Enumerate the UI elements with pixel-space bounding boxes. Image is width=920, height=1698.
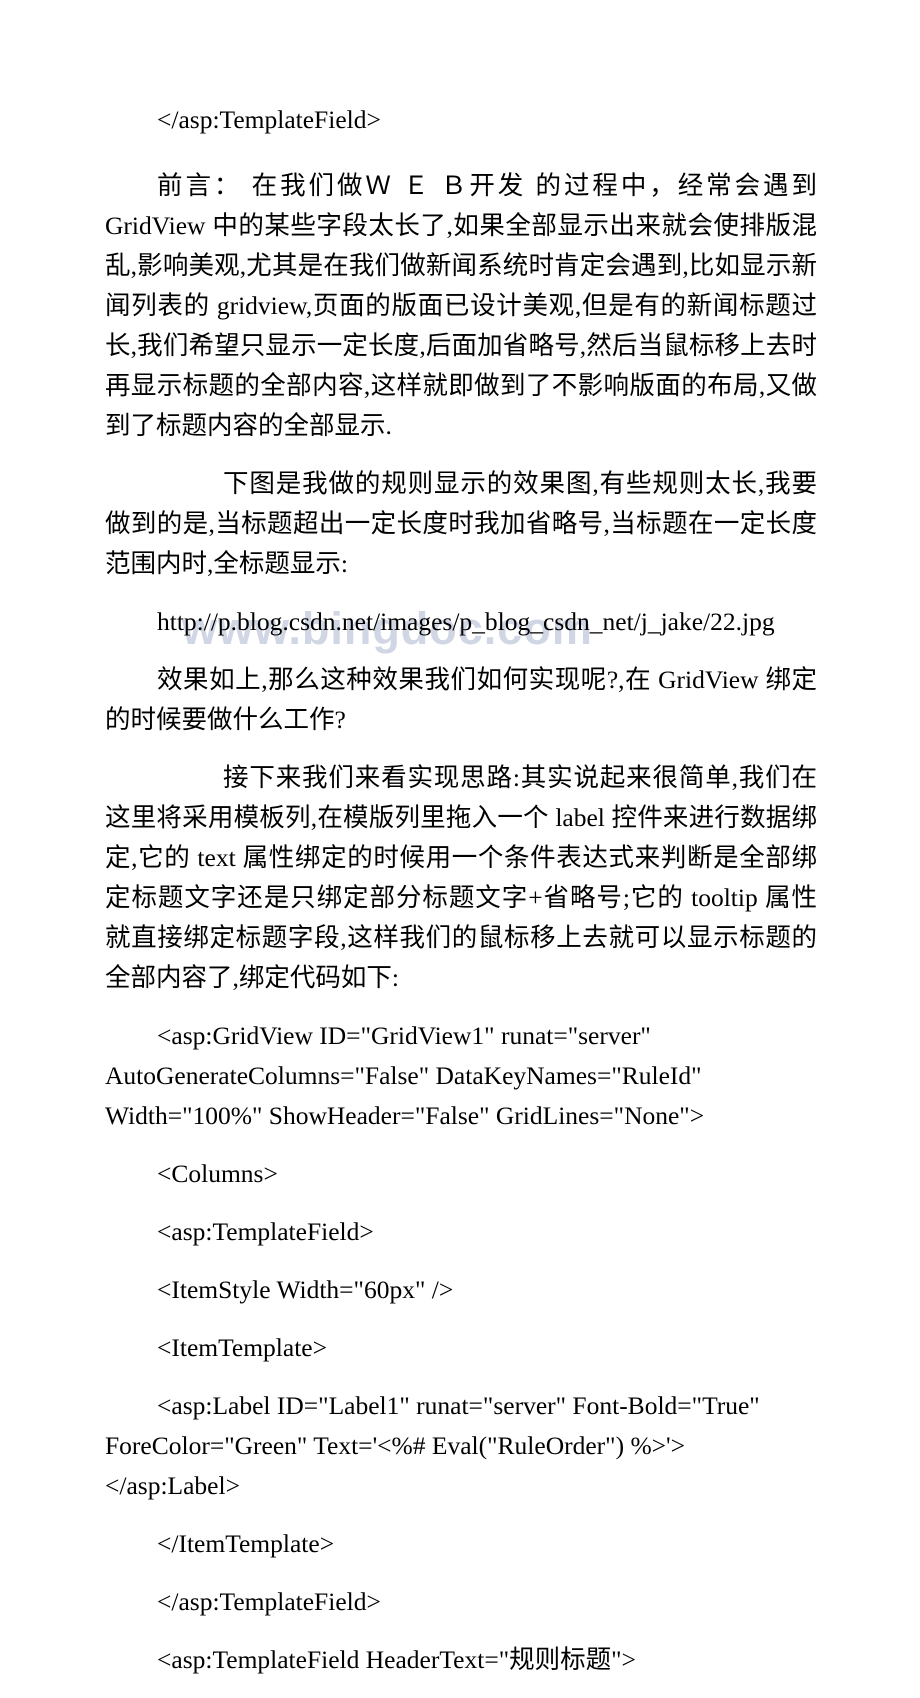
- document-page: www.bingdoc.com </asp:TemplateField> 前言：…: [0, 0, 920, 1674]
- code-line-itemtemplate-open: <ItemTemplate>: [157, 1333, 327, 1362]
- code-line-itemtemplate-close: </ItemTemplate>: [157, 1529, 335, 1558]
- code-line-templatefield-open: <asp:TemplateField>: [157, 1217, 374, 1246]
- document-body: </asp:TemplateField> 前言： 在我们做Ｗ Ｅ Ｂ开发 的过程…: [105, 100, 817, 1698]
- code-line-templatefield-close: </asp:TemplateField>: [157, 1587, 381, 1616]
- code-line-itemstyle: <ItemStyle Width="60px" />: [157, 1275, 454, 1304]
- image-url-line: http://p.blog.csdn.net/images/p_blog_csd…: [157, 607, 775, 636]
- code-line-close-templatefield-top: </asp:TemplateField>: [157, 105, 381, 134]
- paragraph-foreword: 前言： 在我们做Ｗ Ｅ Ｂ开发 的过程中，经常会遇到 GridView 中的某些…: [105, 171, 817, 440]
- code-line-gridview-open: <asp:GridView ID="GridView1" runat="serv…: [105, 1021, 705, 1130]
- paragraph-effect-description: 下图是我做的规则显示的效果图,有些规则太长,我要做到的是,当标题超出一定长度时我…: [105, 469, 817, 578]
- code-line-templatefield-headertext: <asp:TemplateField HeaderText="规则标题">: [157, 1645, 636, 1674]
- paragraph-implementation-idea: 接下来我们来看实现思路:其实说起来很简单,我们在这里将采用模板列,在模版列里拖入…: [105, 763, 817, 992]
- code-line-label: <asp:Label ID="Label1" runat="server" Fo…: [105, 1391, 760, 1500]
- paragraph-how-to-implement: 效果如上,那么这种效果我们如何实现呢?,在 GridView 绑定的时候要做什么…: [105, 665, 817, 734]
- code-line-columns-open: <Columns>: [157, 1159, 278, 1188]
